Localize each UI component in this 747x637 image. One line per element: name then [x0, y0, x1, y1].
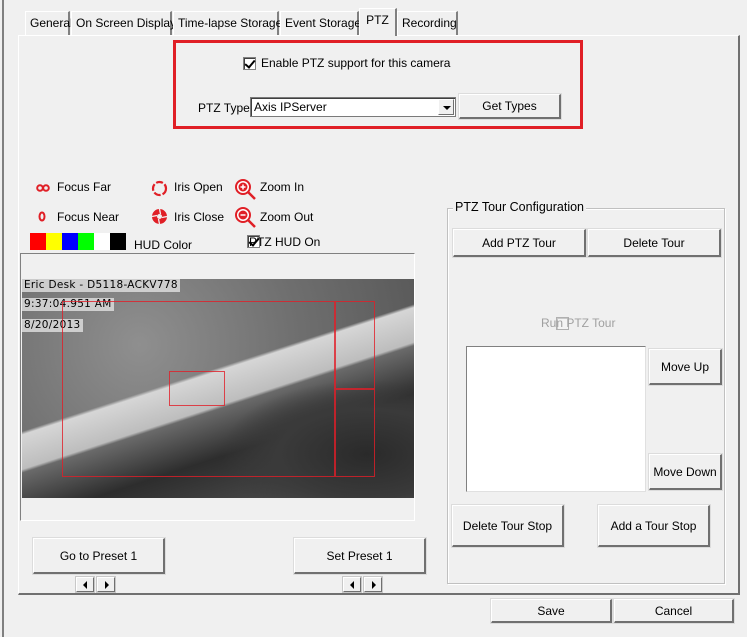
tab-recording[interactable]: Recording: [397, 11, 458, 35]
iris-close-icon[interactable]: [151, 208, 168, 228]
run-ptz-tour-label: Run PTZ Tour: [541, 316, 616, 330]
ptz-type-value: Axis IPServer: [254, 100, 327, 114]
goto-preset-next-button[interactable]: [96, 576, 116, 593]
hud-color-red[interactable]: [30, 233, 46, 250]
tab-ptz[interactable]: PTZ: [359, 8, 397, 36]
tab-general[interactable]: General: [25, 11, 73, 35]
iris-open-icon[interactable]: [151, 180, 168, 200]
hud-color-blue[interactable]: [62, 233, 78, 250]
hud-camera-name: Eric Desk - D5118-ACKV778: [22, 279, 180, 292]
hud-pan-up-region: [335, 301, 375, 389]
hud-color-white[interactable]: [94, 233, 110, 250]
save-button[interactable]: Save: [490, 598, 613, 624]
iris-close-label[interactable]: Iris Close: [174, 210, 224, 224]
hud-color-yellow[interactable]: [46, 233, 62, 250]
focus-near-label[interactable]: Focus Near: [57, 210, 119, 224]
hud-color-green[interactable]: [78, 233, 94, 250]
hud-color-black[interactable]: [110, 233, 126, 250]
ptz-hud-on-label: PTZ HUD On: [249, 235, 321, 249]
hud-pan-down-region: [335, 389, 375, 477]
focus-near-icon[interactable]: [38, 211, 46, 225]
tab-event-storage[interactable]: Event Storage: [280, 11, 361, 35]
zoom-out-icon[interactable]: [234, 206, 258, 233]
enable-ptz-label: Enable PTZ support for this camera: [261, 56, 451, 70]
cancel-button[interactable]: Cancel: [613, 598, 735, 624]
get-types-button[interactable]: Get Types: [458, 93, 562, 120]
set-preset-prev-button[interactable]: [342, 576, 362, 593]
ptz-type-label: PTZ Type:: [198, 101, 254, 115]
zoom-in-icon[interactable]: [234, 178, 258, 205]
focus-far-label[interactable]: Focus Far: [57, 180, 111, 194]
chevron-down-icon[interactable]: [438, 99, 454, 115]
hud-center-box: [169, 371, 225, 406]
delete-tour-button[interactable]: Delete Tour: [587, 228, 722, 258]
window-border: [2, 0, 4, 637]
add-ptz-tour-button[interactable]: Add PTZ Tour: [452, 228, 587, 258]
tour-stops-list[interactable]: [466, 346, 646, 492]
set-preset-next-button[interactable]: [363, 576, 383, 593]
add-tour-stop-button[interactable]: Add a Tour Stop: [597, 504, 711, 548]
go-to-preset-button[interactable]: Go to Preset 1: [32, 537, 166, 575]
hud-color-label: HUD Color: [134, 238, 193, 252]
set-preset-button[interactable]: Set Preset 1: [293, 537, 427, 575]
zoom-in-label[interactable]: Zoom In: [260, 180, 304, 194]
ptz-tour-title: PTZ Tour Configuration: [453, 200, 586, 214]
tab-time-lapse-storage[interactable]: Time-lapse Storage: [173, 11, 282, 35]
delete-tour-stop-button[interactable]: Delete Tour Stop: [451, 504, 565, 548]
goto-preset-prev-button[interactable]: [75, 576, 95, 593]
ptz-type-select[interactable]: Axis IPServer: [250, 97, 456, 117]
camera-video[interactable]: Eric Desk - D5118-ACKV778 9:37:04.951 AM…: [22, 279, 414, 498]
move-down-button[interactable]: Move Down: [648, 453, 723, 491]
tab-on-screen-display[interactable]: On Screen Display: [71, 11, 176, 35]
zoom-out-label[interactable]: Zoom Out: [260, 210, 313, 224]
enable-ptz-checkbox[interactable]: [243, 57, 256, 70]
move-up-button[interactable]: Move Up: [648, 348, 723, 386]
iris-open-label[interactable]: Iris Open: [174, 180, 223, 194]
focus-far-icon[interactable]: [36, 182, 50, 196]
